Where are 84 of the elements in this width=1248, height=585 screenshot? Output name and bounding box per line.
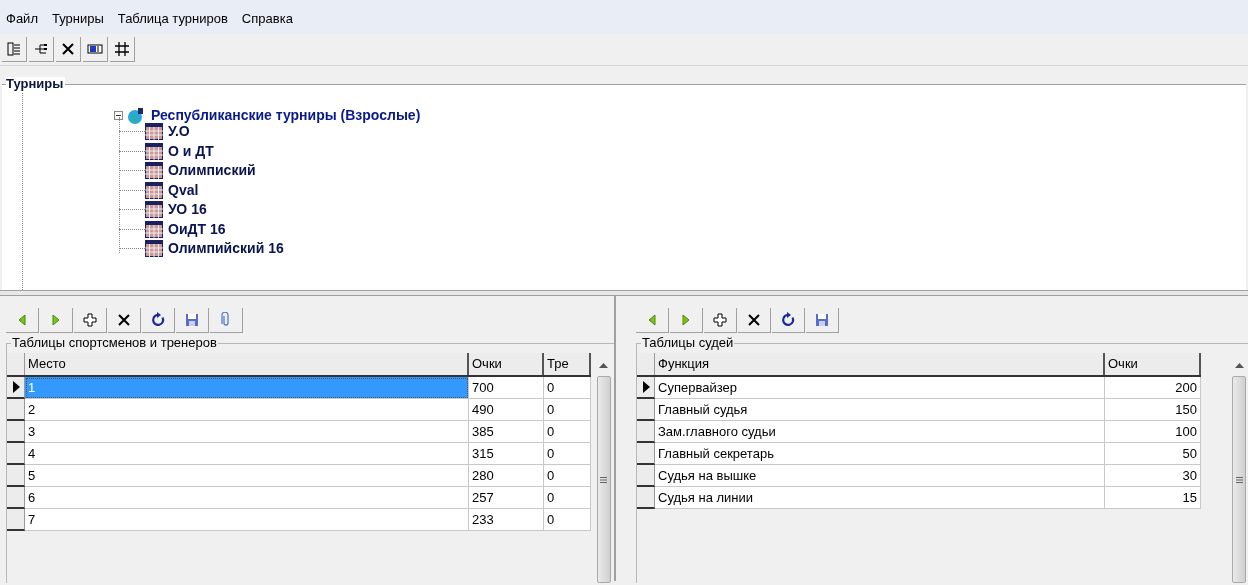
- tree-node[interactable]: ОиДТ 16: [168, 218, 226, 240]
- tree-node[interactable]: О и ДТ: [168, 140, 214, 162]
- tree-node[interactable]: Республиканские турниры (Взрослые): [151, 105, 421, 126]
- up-arrow-icon[interactable]: [599, 363, 608, 368]
- delete-button[interactable]: [56, 37, 81, 62]
- table-cell: 1: [25, 377, 469, 399]
- save-button[interactable]: [176, 308, 209, 333]
- table-cell: 233: [469, 509, 544, 531]
- globe-icon: [127, 106, 145, 125]
- column-header[interactable]: Функция: [655, 353, 1105, 375]
- save-button[interactable]: [806, 308, 839, 333]
- row-indicator[interactable]: [637, 443, 655, 465]
- tree-node[interactable]: Олимпийский 16: [168, 238, 284, 259]
- grid-button[interactable]: [110, 37, 135, 62]
- refresh-icon: [150, 312, 166, 328]
- row-indicator[interactable]: [637, 421, 655, 443]
- table-cell: Судья на линии: [655, 487, 1105, 509]
- refresh-button[interactable]: [142, 308, 175, 333]
- tree-node[interactable]: Олимпиский: [168, 160, 256, 181]
- list-icon: [6, 41, 22, 57]
- calendar-icon: [145, 201, 163, 218]
- group-title: Турниры: [6, 77, 66, 91]
- grip-icon: [1235, 476, 1243, 483]
- plus-icon: [712, 312, 728, 328]
- menu-item[interactable]: Турниры: [51, 8, 104, 28]
- grip-icon: [600, 476, 607, 483]
- menu-item[interactable]: Файл: [6, 8, 38, 28]
- table-cell: 15: [1105, 487, 1201, 509]
- column-header[interactable]: Очки: [1105, 353, 1201, 375]
- calendar-icon: [145, 123, 163, 140]
- calendar-icon: [145, 240, 163, 257]
- tree-node[interactable]: УО 16: [168, 199, 207, 220]
- row-indicator[interactable]: [7, 487, 25, 509]
- up-arrow-icon[interactable]: [1234, 363, 1244, 368]
- calendar-icon: [145, 181, 163, 199]
- row-indicator[interactable]: [637, 487, 655, 509]
- plus-button[interactable]: [74, 308, 107, 333]
- row-indicator[interactable]: [7, 443, 25, 465]
- refresh-icon: [780, 312, 796, 328]
- group-title: Таблицы судей: [641, 335, 735, 351]
- table-cell: 7: [25, 509, 469, 531]
- column-header[interactable]: Место: [25, 353, 469, 375]
- row-indicator[interactable]: [7, 465, 25, 487]
- tree-icon: [33, 41, 49, 57]
- collapse-icon[interactable]: [114, 111, 123, 120]
- current-row-icon: [641, 381, 650, 393]
- row-indicator[interactable]: [7, 509, 25, 531]
- menu-item[interactable]: Таблица турниров: [117, 8, 228, 28]
- plus-icon: [82, 312, 98, 328]
- calendar-icon: [145, 220, 163, 238]
- paperclip-button[interactable]: [210, 308, 243, 333]
- rename-button[interactable]: [83, 37, 108, 62]
- delete-button[interactable]: [108, 308, 141, 333]
- header-corner: [7, 353, 25, 375]
- delete-button[interactable]: [738, 308, 771, 333]
- group-title: Таблицы спортсменов и тренеров: [11, 335, 218, 351]
- calendar-icon: [145, 162, 163, 179]
- row-indicator[interactable]: [637, 399, 655, 421]
- row-indicator[interactable]: [637, 377, 655, 399]
- current-row-icon: [11, 381, 20, 393]
- delete-icon: [116, 312, 132, 328]
- grid-icon: [114, 41, 130, 57]
- row-indicator[interactable]: [7, 377, 25, 399]
- column-header[interactable]: Тре: [544, 353, 591, 375]
- list-button[interactable]: [2, 37, 27, 62]
- tree-button[interactable]: [29, 37, 54, 62]
- row-indicator[interactable]: [7, 421, 25, 443]
- refresh-button[interactable]: [772, 308, 805, 333]
- rename-icon: [87, 41, 103, 57]
- header-corner: [637, 353, 655, 375]
- right-triangle-button[interactable]: [40, 308, 73, 333]
- tree-node[interactable]: Qval: [168, 179, 199, 201]
- save-icon: [814, 312, 830, 328]
- plus-button[interactable]: [704, 308, 737, 333]
- menu-item[interactable]: Справка: [241, 8, 293, 28]
- save-icon: [184, 312, 200, 328]
- right-triangle-button[interactable]: [670, 308, 703, 333]
- column-header[interactable]: Очки: [469, 353, 544, 375]
- table-cell: 0: [544, 509, 591, 531]
- row-indicator[interactable]: [7, 399, 25, 421]
- calendar-icon: [145, 142, 163, 160]
- delete-icon: [746, 312, 762, 328]
- row-indicator[interactable]: [637, 465, 655, 487]
- delete-icon: [60, 41, 76, 57]
